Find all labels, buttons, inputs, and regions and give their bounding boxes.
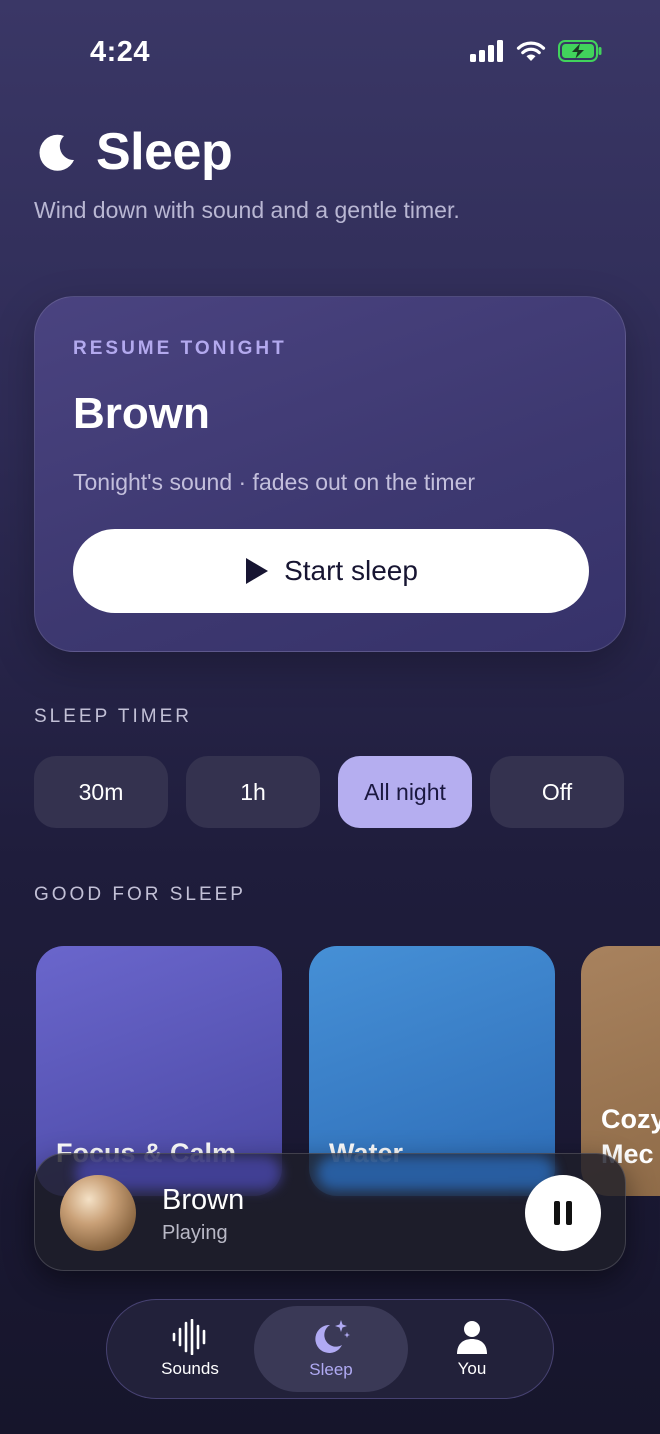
page-subtitle: Wind down with sound and a gentle timer. [34,197,460,223]
start-sleep-label: Start sleep [284,555,418,586]
waveform-icon [172,1319,206,1355]
tab-you[interactable]: You [409,1306,535,1392]
play-icon [246,558,269,584]
status-bar: 4:24 [0,0,660,100]
tab-label: You [457,1359,487,1378]
status-icons [470,40,602,62]
tab-sleep[interactable]: Sleep [254,1306,408,1392]
timer-option-off[interactable]: Off [490,756,624,828]
good-for-sleep-label: GOOD FOR SLEEP [34,884,246,905]
resume-sound-name: Brown [73,389,210,438]
sleep-timer-label: SLEEP TIMER [34,706,192,727]
now-playing-bar[interactable]: Brown Playing [34,1153,626,1271]
page-header: Sleep [34,122,233,182]
now-playing-artwork [60,1175,136,1251]
page-title: Sleep [96,123,233,181]
now-playing-title: Brown [162,1184,245,1216]
pause-button[interactable] [525,1175,601,1251]
tab-label: Sounds [161,1359,219,1378]
cellular-signal-icon [470,40,503,62]
status-time: 4:24 [90,36,151,68]
resume-kicker: RESUME TONIGHT [73,338,287,359]
now-playing-status: Playing [162,1222,228,1244]
pause-icon [554,1201,572,1225]
tile-glow [317,1156,555,1190]
moon-icon [39,134,74,171]
battery-charging-icon [558,40,602,62]
resume-card: RESUME TONIGHT Brown Tonight's sound · f… [34,296,626,652]
timer-option-30m[interactable]: 30m [34,756,168,828]
moon-stars-icon [315,1320,350,1353]
timer-option-1h[interactable]: 1h [186,756,320,828]
tab-label: Sleep [309,1360,353,1379]
person-icon [457,1321,487,1354]
tab-sounds[interactable]: Sounds [127,1306,253,1392]
resume-description: Tonight's sound · fades out on the timer [73,469,476,495]
tab-bar: Sounds Sleep You [106,1299,554,1399]
wifi-icon [516,41,546,61]
start-sleep-button[interactable]: Start sleep [73,529,589,613]
sleep-timer-options: 30m 1h All night Off [34,756,626,828]
timer-option-all-night[interactable]: All night [338,756,472,828]
